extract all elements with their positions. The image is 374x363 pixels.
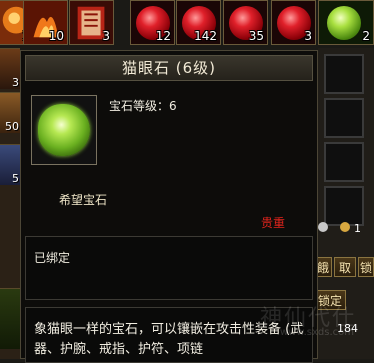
- inventory-slot[interactable]: 12: [130, 0, 175, 45]
- bind-status-box: 已绑定: [25, 236, 313, 300]
- watermark-url: www.sxds.com: [280, 327, 355, 338]
- coin-icon: [318, 222, 328, 232]
- item-count: 3: [102, 29, 110, 43]
- left-inventory-column: 3 50 5: [0, 48, 20, 359]
- equipment-slot[interactable]: [324, 98, 364, 138]
- green-gem-icon: [327, 6, 361, 40]
- cats-eye-gem-icon: [38, 104, 90, 156]
- inventory-slot[interactable]: 3: [0, 48, 20, 89]
- inventory-slot[interactable]: 10: [23, 0, 68, 45]
- equipment-slot[interactable]: [324, 142, 364, 182]
- item-count: 10: [48, 29, 64, 43]
- gem-level: 宝石等级：6: [109, 99, 177, 113]
- inventory-slot[interactable]: [0, 288, 20, 349]
- inventory-slot[interactable]: 35: [223, 0, 268, 45]
- coin-icon: [340, 222, 350, 232]
- equipment-slot[interactable]: [324, 54, 364, 94]
- coin-value: 1: [354, 222, 361, 235]
- coin-readout: 1: [318, 222, 361, 235]
- item-count: 3: [304, 29, 312, 43]
- withdraw-button[interactable]: 取: [334, 257, 356, 277]
- item-count: 12: [155, 29, 171, 43]
- item-count: 3: [12, 76, 19, 89]
- equipment-slot[interactable]: [324, 186, 364, 226]
- inventory-slot[interactable]: 3: [271, 0, 316, 45]
- tooltip-title: 猫眼石 (6级): [25, 55, 313, 81]
- item-count: 50: [5, 120, 19, 133]
- lock-button[interactable]: 锁: [358, 257, 374, 277]
- bind-status: 已绑定: [34, 251, 71, 265]
- inventory-slot[interactable]: 5: [0, 144, 20, 185]
- inventory-slot[interactable]: 3: [69, 0, 114, 45]
- item-count: 142: [194, 29, 217, 43]
- inventory-slot[interactable]: 2: [318, 0, 374, 45]
- item-count: 2: [362, 29, 370, 43]
- inventory-slot[interactable]: 142: [176, 0, 221, 45]
- gem-type: 希望宝石: [59, 193, 108, 207]
- precious-label: 贵重: [261, 216, 286, 230]
- item-count: 35: [248, 29, 264, 43]
- item-icon-frame: [31, 95, 97, 165]
- inventory-slot[interactable]: 50: [0, 92, 20, 133]
- item-count: 5: [12, 172, 19, 185]
